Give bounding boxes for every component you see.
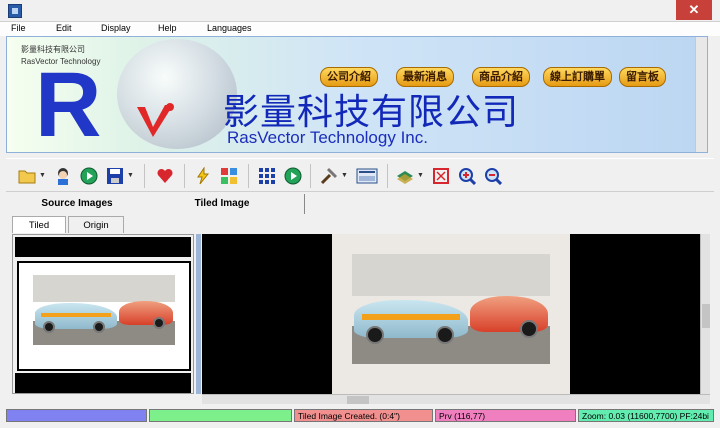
thumbnail-top-border [15,237,191,257]
status-bar: Tiled Image Created. (0:4") Prv (116,77)… [6,409,714,422]
zoom-in-icon[interactable] [458,167,476,185]
chevron-down-icon[interactable]: ▼ [39,172,46,179]
car-wheel [436,326,454,344]
chevron-down-icon[interactable]: ▼ [417,172,424,179]
tiled-thumbnail[interactable] [17,261,191,371]
image-background [352,254,550,296]
logo-v-mark [137,103,174,137]
banner-guestbook-button[interactable]: 留言板 [619,67,666,87]
person-icon[interactable] [54,167,72,185]
pane-splitter[interactable] [196,234,201,394]
banner-order-button[interactable]: 線上訂購單 [543,67,612,87]
thumbnail-pane [12,234,194,394]
image-tabs: Source Images Tiled Image [12,194,712,214]
menu-file[interactable]: File [11,23,26,33]
close-button[interactable]: ✕ [676,0,712,20]
car-wheel [366,326,384,344]
menu-languages[interactable]: Languages [207,23,252,33]
tiled-image [352,254,550,364]
lightning-icon[interactable] [194,167,212,185]
status-message: Tiled Image Created. (0:4") [294,409,433,422]
toolbar-separator [144,164,145,188]
app-icon[interactable] [8,4,22,18]
chevron-down-icon[interactable]: ▼ [127,172,134,179]
puzzle-icon[interactable] [220,167,238,185]
thumbnail-image [33,275,175,345]
chevron-down-icon[interactable]: ▼ [341,172,348,179]
grid-icon[interactable] [258,167,276,185]
play-icon[interactable] [284,167,302,185]
menu-display[interactable]: Display [101,23,131,33]
scrollbar-thumb[interactable] [702,304,710,328]
car-stripe [41,313,111,317]
status-cell-2 [149,409,292,422]
toolbar-separator [248,164,249,188]
folder-open-icon[interactable] [18,167,36,185]
tab-tiled-image[interactable]: Tiled Image [152,194,292,213]
thumbnail-bottom-border [15,373,191,393]
toolbar-separator [387,164,388,188]
film-icon[interactable] [356,167,378,185]
tools-icon[interactable] [320,167,338,185]
banner-title-en: RasVector Technology Inc. [227,128,428,147]
car-wheel [93,321,105,333]
car-wheel [153,317,165,329]
status-zoom: Zoom: 0.03 (11600,7700) PF:24bi [578,409,714,422]
menu-bar: File Edit Display Help Languages [0,22,720,36]
vertical-scrollbar[interactable] [700,234,710,394]
tab-tiled[interactable]: Tiled [12,216,66,233]
menu-help[interactable]: Help [158,23,177,33]
fit-icon[interactable] [432,167,450,185]
toolbar-separator [184,164,185,188]
toolbar-separator [310,164,311,188]
car-wheel [520,320,538,338]
title-bar: ✕ [0,0,720,22]
zoom-out-icon[interactable] [484,167,502,185]
scrollbar-thumb[interactable] [347,396,369,404]
tab-origin[interactable]: Origin [68,216,124,233]
company-banner: 影量科技有限公司 RasVector Technology R 公司介紹 最新消… [6,36,708,153]
play-icon[interactable] [80,167,98,185]
heart-icon[interactable] [156,167,174,185]
status-preview-size: Prv (116,77) [435,409,576,422]
tiled-image-view[interactable] [202,234,710,394]
tab-source-images[interactable]: Source Images [12,194,142,213]
car-wheel [43,321,55,333]
horizontal-scrollbar[interactable] [202,394,710,404]
image-background [33,275,175,302]
banner-scrollbar[interactable] [695,37,707,152]
layers-icon[interactable] [396,167,414,185]
status-cell-1 [6,409,147,422]
company-logo: R [35,54,102,153]
save-icon[interactable] [106,167,124,185]
toolbar: ▼ ▼ ▼ ▼ [6,158,714,192]
tab-divider [304,194,305,214]
car-stripe [362,314,460,320]
tiled-image-canvas [332,234,570,394]
menu-edit[interactable]: Edit [56,23,72,33]
